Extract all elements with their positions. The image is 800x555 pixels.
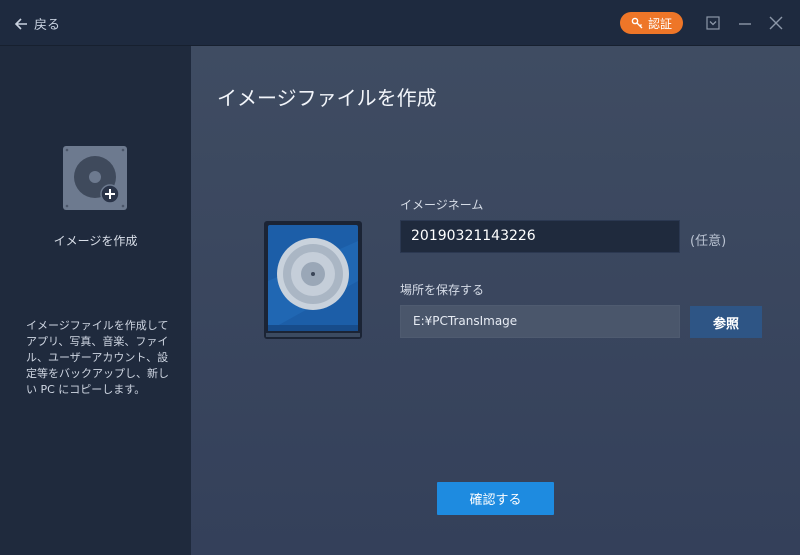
- close-icon: [769, 16, 783, 30]
- back-label: 戻る: [34, 18, 61, 33]
- menu-dropdown-button[interactable]: [704, 14, 722, 32]
- confirm-button[interactable]: 確認する: [437, 482, 554, 515]
- sidebar-description: イメージファイルを作成してアプリ、写真、音楽、ファイル、ユーザーアカウント、設定…: [26, 319, 169, 396]
- disk-image-icon: [264, 221, 362, 339]
- auth-button[interactable]: 認証: [620, 12, 683, 34]
- title-bar: 戻る 認証: [0, 0, 800, 46]
- image-name-input[interactable]: 20190321143226: [400, 220, 680, 253]
- main-panel: イメージファイルを作成 イメージネーム 20190321143226 (任意) …: [191, 46, 800, 555]
- minimize-icon: [739, 23, 751, 25]
- key-icon: [631, 17, 643, 28]
- optional-label: (任意): [690, 234, 727, 249]
- sidebar: イメージを作成 イメージファイルを作成してアプリ、写真、音楽、ファイル、ユーザー…: [0, 46, 191, 555]
- back-button[interactable]: 戻る: [14, 14, 60, 33]
- image-name-label: イメージネーム: [400, 198, 484, 212]
- auth-label: 認証: [647, 16, 672, 31]
- sidebar-label: イメージを作成: [53, 234, 138, 248]
- save-location-field[interactable]: E:¥PCTransImage: [400, 305, 680, 338]
- arrow-left-icon: [14, 17, 27, 30]
- browse-button[interactable]: 参照: [690, 306, 762, 338]
- minimize-button[interactable]: [736, 14, 754, 32]
- create-image-icon: [63, 146, 127, 210]
- page-title: イメージファイルを作成: [217, 86, 437, 110]
- close-button[interactable]: [767, 14, 785, 32]
- dropdown-icon: [706, 16, 720, 30]
- save-location-label: 場所を保存する: [400, 283, 485, 297]
